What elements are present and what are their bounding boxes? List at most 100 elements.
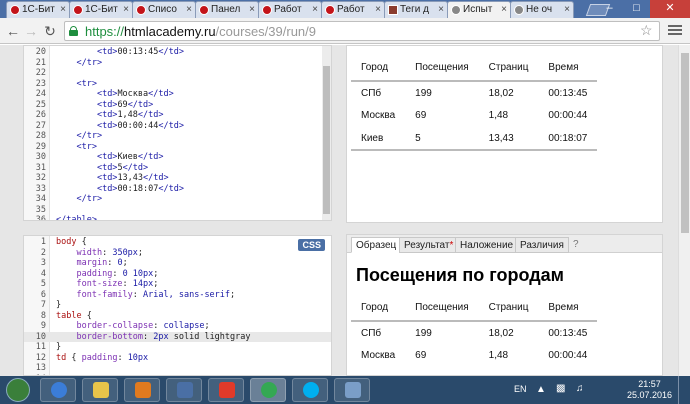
address-bar[interactable]: https://htmlacademy.ru/courses/39/run/9 … <box>64 21 660 41</box>
taskbar-app-button[interactable] <box>82 378 118 402</box>
tab-differences[interactable]: Различия <box>515 237 569 253</box>
browser-tab[interactable]: Работ × <box>321 1 385 18</box>
taskbar-app-button[interactable] <box>334 378 370 402</box>
code-line[interactable]: 25 <td>69</td> <box>24 100 331 111</box>
browser-tab[interactable]: 1С-Бит × <box>69 1 133 18</box>
browser-tab[interactable]: Панел × <box>195 1 259 18</box>
code-line[interactable]: 5 font-size: 14px; <box>24 279 331 290</box>
close-window-button[interactable]: ✕ <box>650 0 690 18</box>
code-token: : <box>117 352 128 363</box>
tab-sample[interactable]: Образец <box>351 237 402 253</box>
code-line[interactable]: 30 <td>Киев</td> <box>24 152 331 163</box>
code-token: 00:00:44 <box>117 120 159 131</box>
code-line[interactable]: 8 table { <box>24 311 331 322</box>
close-tab-icon[interactable]: × <box>186 2 192 18</box>
code-line[interactable]: 26 <td>1,48</td> <box>24 110 331 121</box>
minimize-button[interactable]: – <box>596 0 623 18</box>
page-scrollbar-thumb[interactable] <box>681 53 689 233</box>
taskbar-app-button[interactable] <box>250 378 286 402</box>
maximize-button[interactable]: □ <box>623 0 650 18</box>
line-number: 22 <box>35 68 46 78</box>
code-line[interactable]: 36 </table> <box>24 215 331 220</box>
code-line[interactable]: 22 <box>24 68 331 79</box>
browser-tab[interactable]: Списо × <box>132 1 196 18</box>
show-desktop-button[interactable] <box>678 376 690 404</box>
page-favicon <box>514 5 524 15</box>
code-line[interactable]: 33 <td>00:18:07</td> <box>24 184 331 195</box>
code-line[interactable]: 13 <box>24 363 331 374</box>
code-token: : <box>143 331 154 342</box>
code-line[interactable]: 32 <td>13,43</td> <box>24 173 331 184</box>
code-line[interactable]: 34 </tr> <box>24 194 331 205</box>
close-tab-icon[interactable]: × <box>438 2 444 18</box>
code-line[interactable]: 35 <box>24 205 331 216</box>
close-tab-icon[interactable]: × <box>501 2 507 18</box>
table-cell: 00:00:44 <box>548 350 588 361</box>
close-tab-icon[interactable]: × <box>375 2 381 18</box>
code-line[interactable]: 24 <td>Москва</td> <box>24 89 331 100</box>
menu-icon[interactable] <box>668 23 682 37</box>
code-line[interactable]: 6 font-family: Arial, sans-serif; <box>24 290 331 301</box>
internet-explorer-icon <box>51 382 67 398</box>
media-player-icon <box>135 382 151 398</box>
code-line[interactable]: 4 padding: 0 10px; <box>24 269 331 280</box>
page-scrollbar[interactable] <box>678 45 690 376</box>
taskbar-app-button[interactable] <box>124 378 160 402</box>
code-token: ; <box>204 321 210 331</box>
close-tab-icon[interactable]: × <box>312 2 318 18</box>
code-line[interactable]: 23 <tr> <box>24 79 331 90</box>
code-line[interactable]: 28 </tr> <box>24 131 331 142</box>
code-line[interactable]: 2 width: 350px; <box>24 248 331 259</box>
code-token: } <box>56 342 62 352</box>
browser-tab[interactable]: Работ × <box>258 1 322 18</box>
code-line[interactable]: 31 <td>5</td> <box>24 163 331 174</box>
close-tab-icon[interactable]: × <box>249 2 255 18</box>
html-editor[interactable]: 20 <td>00:13:45</td> 21 </tr> 22 23 <tr> 24 … <box>23 45 332 221</box>
taskbar-app-button[interactable] <box>208 378 244 402</box>
taskbar-app-button[interactable] <box>292 378 328 402</box>
forward-arrow-icon[interactable]: → <box>22 22 40 40</box>
code-line[interactable]: 29 <tr> <box>24 142 331 153</box>
table-cell: 18,02 <box>488 87 514 99</box>
show-hidden-icons-icon[interactable]: ▲ <box>536 384 546 395</box>
taskbar-app-button[interactable] <box>40 378 76 402</box>
code-line[interactable]: 21 </tr> <box>24 58 331 69</box>
system-clock[interactable]: 21:57 25.07.2016 <box>627 379 672 401</box>
bookmark-star-icon[interactable]: ☆ <box>640 22 653 39</box>
code-line[interactable]: 3 margin: 0; <box>24 258 331 269</box>
code-line[interactable]: 10 border-bottom: 2px solid lightgray <box>24 331 331 342</box>
close-tab-icon[interactable]: × <box>123 2 129 18</box>
code-line[interactable]: 11} <box>24 342 331 353</box>
html-editor-scrollbar[interactable] <box>322 46 331 220</box>
close-tab-icon[interactable]: × <box>60 2 66 18</box>
language-indicator[interactable]: EN <box>514 384 527 394</box>
line-number: 13 <box>35 363 46 373</box>
close-tab-icon[interactable]: × <box>564 2 570 18</box>
reload-icon[interactable]: ↻ <box>41 22 59 40</box>
code-line[interactable]: 1 body { <box>24 237 331 248</box>
code-line[interactable]: 27 <td>00:00:44</td> <box>24 121 331 132</box>
browser-tab[interactable]: Испыт × <box>447 1 511 19</box>
tab-result[interactable]: Результат* <box>399 237 459 253</box>
code-line[interactable]: 9 border-collapse: collapse; <box>24 321 331 332</box>
code-line[interactable]: 12 td { padding: 10px <box>24 353 331 364</box>
code-line[interactable]: 20 <td>00:13:45</td> <box>24 47 331 58</box>
taskbar-app-button[interactable] <box>166 378 202 402</box>
start-button-icon[interactable] <box>6 378 30 402</box>
browser-tab[interactable]: Не оч × <box>510 1 574 18</box>
code-token: padding <box>76 268 113 279</box>
back-arrow-icon[interactable]: ← <box>4 22 22 40</box>
css-editor[interactable]: 1 body {2 width: 350px; 3 margin: 0; 4 padd… <box>23 235 332 376</box>
code-token: : <box>132 289 144 300</box>
browser-tab[interactable]: Теги д × <box>384 1 448 18</box>
help-button[interactable]: ? <box>569 237 583 253</box>
code-token: 00:13:45 <box>117 47 159 57</box>
tab-overlay[interactable]: Наложение <box>455 237 519 253</box>
code-line[interactable]: 7} <box>24 300 331 311</box>
code-token: 1,48 <box>117 110 138 120</box>
network-icon[interactable]: ▩ <box>556 383 565 394</box>
browser-tab[interactable]: 1С-Бит × <box>6 1 70 18</box>
volume-icon[interactable]: ♫ <box>576 383 584 394</box>
